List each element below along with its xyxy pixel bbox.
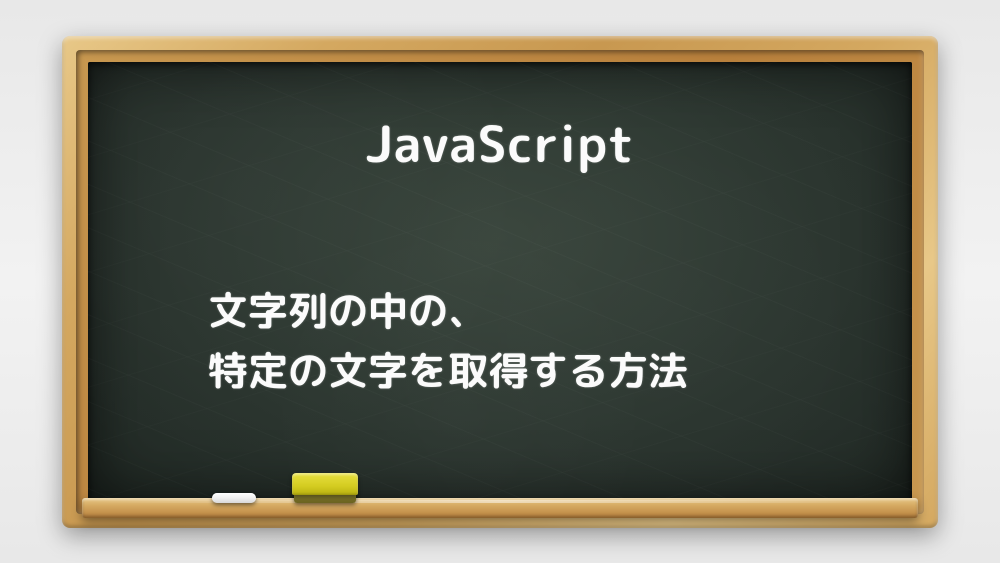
eraser-sponge	[292, 473, 358, 495]
board-subtitle: 文字列の中の、 特定の文字を取得する方法	[208, 280, 852, 400]
blackboard: JavaScript 文字列の中の、 特定の文字を取得する方法	[62, 36, 938, 528]
board-surface: JavaScript 文字列の中の、 特定の文字を取得する方法	[88, 62, 912, 502]
chalk-tray	[82, 498, 918, 518]
board-title: JavaScript	[88, 106, 912, 181]
eraser-icon	[292, 473, 358, 503]
chalk-icon	[212, 493, 256, 503]
